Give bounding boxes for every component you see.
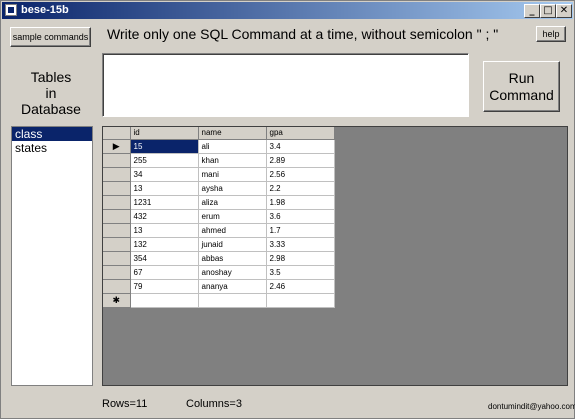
help-button[interactable]: help	[536, 26, 566, 42]
row-header[interactable]	[103, 181, 131, 196]
current-row-indicator-icon[interactable]: ▶	[103, 139, 131, 154]
row-header[interactable]	[103, 279, 131, 294]
cell-name[interactable]: anoshay	[198, 265, 267, 280]
header-row: id name gpa	[103, 127, 335, 140]
cell-gpa[interactable]: 3.5	[266, 265, 335, 280]
columns-count-label: Columns=3	[186, 398, 242, 410]
sql-command-input[interactable]	[102, 53, 469, 117]
cell-gpa[interactable]: 3.33	[266, 237, 335, 252]
cell-id[interactable]: 1231	[130, 195, 199, 210]
window-title: bese-15b	[21, 4, 69, 16]
app-icon	[5, 4, 17, 16]
tables-heading-line: in	[45, 85, 57, 101]
cell-id[interactable]: 67	[130, 265, 199, 280]
table-row[interactable]: ▶ 15 ali 3.4	[103, 139, 335, 154]
column-header-name[interactable]: name	[198, 127, 267, 140]
table-list-item-states[interactable]: states	[12, 141, 92, 155]
cell-id[interactable]: 34	[130, 167, 199, 182]
table-row[interactable]: 13 aysha 2.2	[103, 181, 335, 196]
table-row[interactable]: 79 ananya 2.46	[103, 279, 335, 294]
cell-gpa[interactable]: 1.98	[266, 195, 335, 210]
row-header[interactable]	[103, 167, 131, 182]
run-button-label: Run	[508, 70, 535, 86]
table-row[interactable]: 1231 aliza 1.98	[103, 195, 335, 210]
cell-gpa[interactable]: 1.7	[266, 223, 335, 238]
cell-id[interactable]: 354	[130, 251, 199, 266]
table-row[interactable]: 132 junaid 3.33	[103, 237, 335, 252]
table-row[interactable]: 255 khan 2.89	[103, 153, 335, 168]
minimize-button[interactable]: _	[524, 4, 540, 18]
author-email-label: dontumindit@yahoo.com	[488, 402, 575, 411]
tables-heading-line: Tables	[30, 69, 72, 85]
cell-name[interactable]: ananya	[198, 279, 267, 294]
table-row[interactable]: 354 abbas 2.98	[103, 251, 335, 266]
sample-commands-button[interactable]: sample commands	[10, 27, 91, 47]
instructions-label: Write only one SQL Command at a time, wi…	[107, 26, 499, 42]
row-header[interactable]	[103, 195, 131, 210]
cell-gpa[interactable]: 2.98	[266, 251, 335, 266]
cell-name[interactable]: ali	[198, 139, 267, 154]
cell-name[interactable]: erum	[198, 209, 267, 224]
row-header[interactable]	[103, 223, 131, 238]
row-header[interactable]	[103, 237, 131, 252]
cell-name[interactable]: abbas	[198, 251, 267, 266]
cell-gpa[interactable]: 2.56	[266, 167, 335, 182]
row-header[interactable]	[103, 251, 131, 266]
cell-name[interactable]: aliza	[198, 195, 267, 210]
new-row[interactable]: ✱	[103, 293, 335, 308]
cell-name[interactable]: aysha	[198, 181, 267, 196]
new-cell-id[interactable]	[130, 293, 199, 308]
run-button-label: Command	[489, 87, 554, 103]
row-header[interactable]	[103, 265, 131, 280]
maximize-button[interactable]: □	[540, 4, 556, 18]
new-cell-gpa[interactable]	[266, 293, 335, 308]
tables-heading: Tables in Database	[16, 69, 86, 117]
main-window: bese-15b _ □ ✕ sample commands Write onl…	[0, 0, 575, 419]
results-grid[interactable]: id name gpa ▶ 15 ali 3.4 255 khan 2.89 3…	[102, 126, 568, 386]
cell-name[interactable]: khan	[198, 153, 267, 168]
tables-heading-line: Database	[21, 101, 81, 117]
cell-id[interactable]: 132	[130, 237, 199, 252]
title-bar[interactable]: bese-15b _ □ ✕	[2, 2, 573, 19]
run-command-button[interactable]: Run Command	[483, 61, 560, 112]
corner-cell	[103, 127, 131, 140]
cell-name[interactable]: ahmed	[198, 223, 267, 238]
table-list-item-class[interactable]: class	[12, 127, 92, 141]
column-header-gpa[interactable]: gpa	[266, 127, 335, 140]
cell-gpa[interactable]: 3.6	[266, 209, 335, 224]
cell-id[interactable]: 79	[130, 279, 199, 294]
row-header[interactable]	[103, 209, 131, 224]
table-row[interactable]: 13 ahmed 1.7	[103, 223, 335, 238]
new-cell-name[interactable]	[198, 293, 267, 308]
table-row[interactable]: 34 mani 2.56	[103, 167, 335, 182]
new-row-icon[interactable]: ✱	[103, 293, 131, 308]
table-row[interactable]: 432 erum 3.6	[103, 209, 335, 224]
column-header-id[interactable]: id	[130, 127, 199, 140]
row-header[interactable]	[103, 153, 131, 168]
cell-id[interactable]: 13	[130, 223, 199, 238]
cell-id[interactable]: 255	[130, 153, 199, 168]
tables-list[interactable]: class states	[11, 126, 93, 386]
rows-count-label: Rows=11	[102, 398, 148, 410]
cell-id[interactable]: 15	[130, 139, 199, 154]
cell-name[interactable]: junaid	[198, 237, 267, 252]
cell-id[interactable]: 432	[130, 209, 199, 224]
table-row[interactable]: 67 anoshay 3.5	[103, 265, 335, 280]
results-table: id name gpa ▶ 15 ali 3.4 255 khan 2.89 3…	[103, 127, 335, 308]
cell-gpa[interactable]: 2.2	[266, 181, 335, 196]
cell-gpa[interactable]: 2.89	[266, 153, 335, 168]
cell-name[interactable]: mani	[198, 167, 267, 182]
cell-id[interactable]: 13	[130, 181, 199, 196]
cell-gpa[interactable]: 2.46	[266, 279, 335, 294]
cell-gpa[interactable]: 3.4	[266, 139, 335, 154]
close-button[interactable]: ✕	[556, 4, 572, 18]
